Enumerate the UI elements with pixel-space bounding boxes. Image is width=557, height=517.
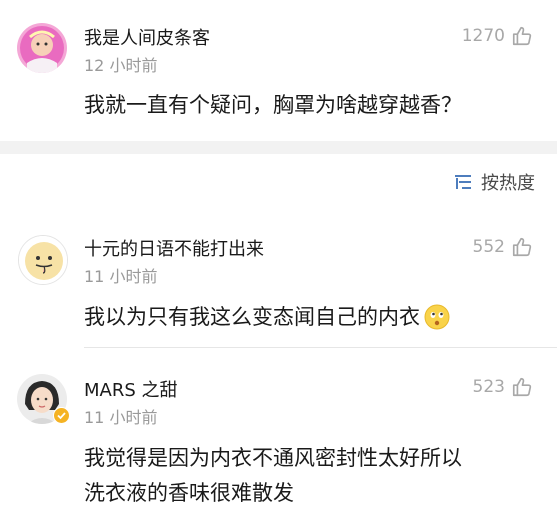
username[interactable]: MARS 之甜 <box>84 376 178 402</box>
like-thumb-icon <box>512 26 532 46</box>
comment-line: 洗衣液的香味很难散发 <box>84 481 294 505</box>
comment-time: 11 小时前 <box>84 408 158 427</box>
like-thumb-icon <box>512 377 532 397</box>
section-divider <box>0 141 557 154</box>
verified-badge-icon <box>53 407 70 424</box>
username[interactable]: 十元的日语不能打出来 <box>84 235 264 261</box>
like-count: 523 <box>472 377 505 397</box>
comment-item: 我是人间皮条客 12 小时前 1270 我就一直有个疑问，胸罩为啥越穿越香？ <box>0 0 557 141</box>
like-count: 1270 <box>461 26 505 46</box>
like-button[interactable]: 1270 <box>462 25 533 47</box>
sort-button[interactable]: 按热度 <box>453 169 535 195</box>
comment-time: 11 小时前 <box>84 267 158 286</box>
like-button[interactable]: 552 <box>473 236 533 258</box>
like-button[interactable]: 523 <box>473 376 533 398</box>
avatar[interactable] <box>18 235 68 285</box>
comment-text: 我以为只有我这么变态闻自己的内衣 <box>84 300 527 341</box>
comment-line: 我觉得是因为内衣不通风密封性太好所以 <box>84 446 462 470</box>
comment-text: 我觉得是因为内衣不通风密封性太好所以 洗衣液的香味很难散发 <box>84 441 527 511</box>
comment-line: 我以为只有我这么变态闻自己的内衣 <box>84 300 527 341</box>
thinking-emoji-icon <box>424 304 450 341</box>
sort-icon <box>455 175 471 189</box>
avatar[interactable] <box>17 23 67 73</box>
comment-divider <box>84 347 557 348</box>
comment-time: 12 小时前 <box>84 56 158 75</box>
like-thumb-icon <box>512 237 532 257</box>
like-count: 552 <box>472 237 505 257</box>
comment-text: 我就一直有个疑问，胸罩为啥越穿越香？ <box>84 88 527 123</box>
comment-line: 我就一直有个疑问，胸罩为啥越穿越香？ <box>84 93 462 117</box>
avatar[interactable] <box>17 374 70 424</box>
sort-label: 按热度 <box>481 173 535 194</box>
username[interactable]: 我是人间皮条客 <box>84 24 210 50</box>
